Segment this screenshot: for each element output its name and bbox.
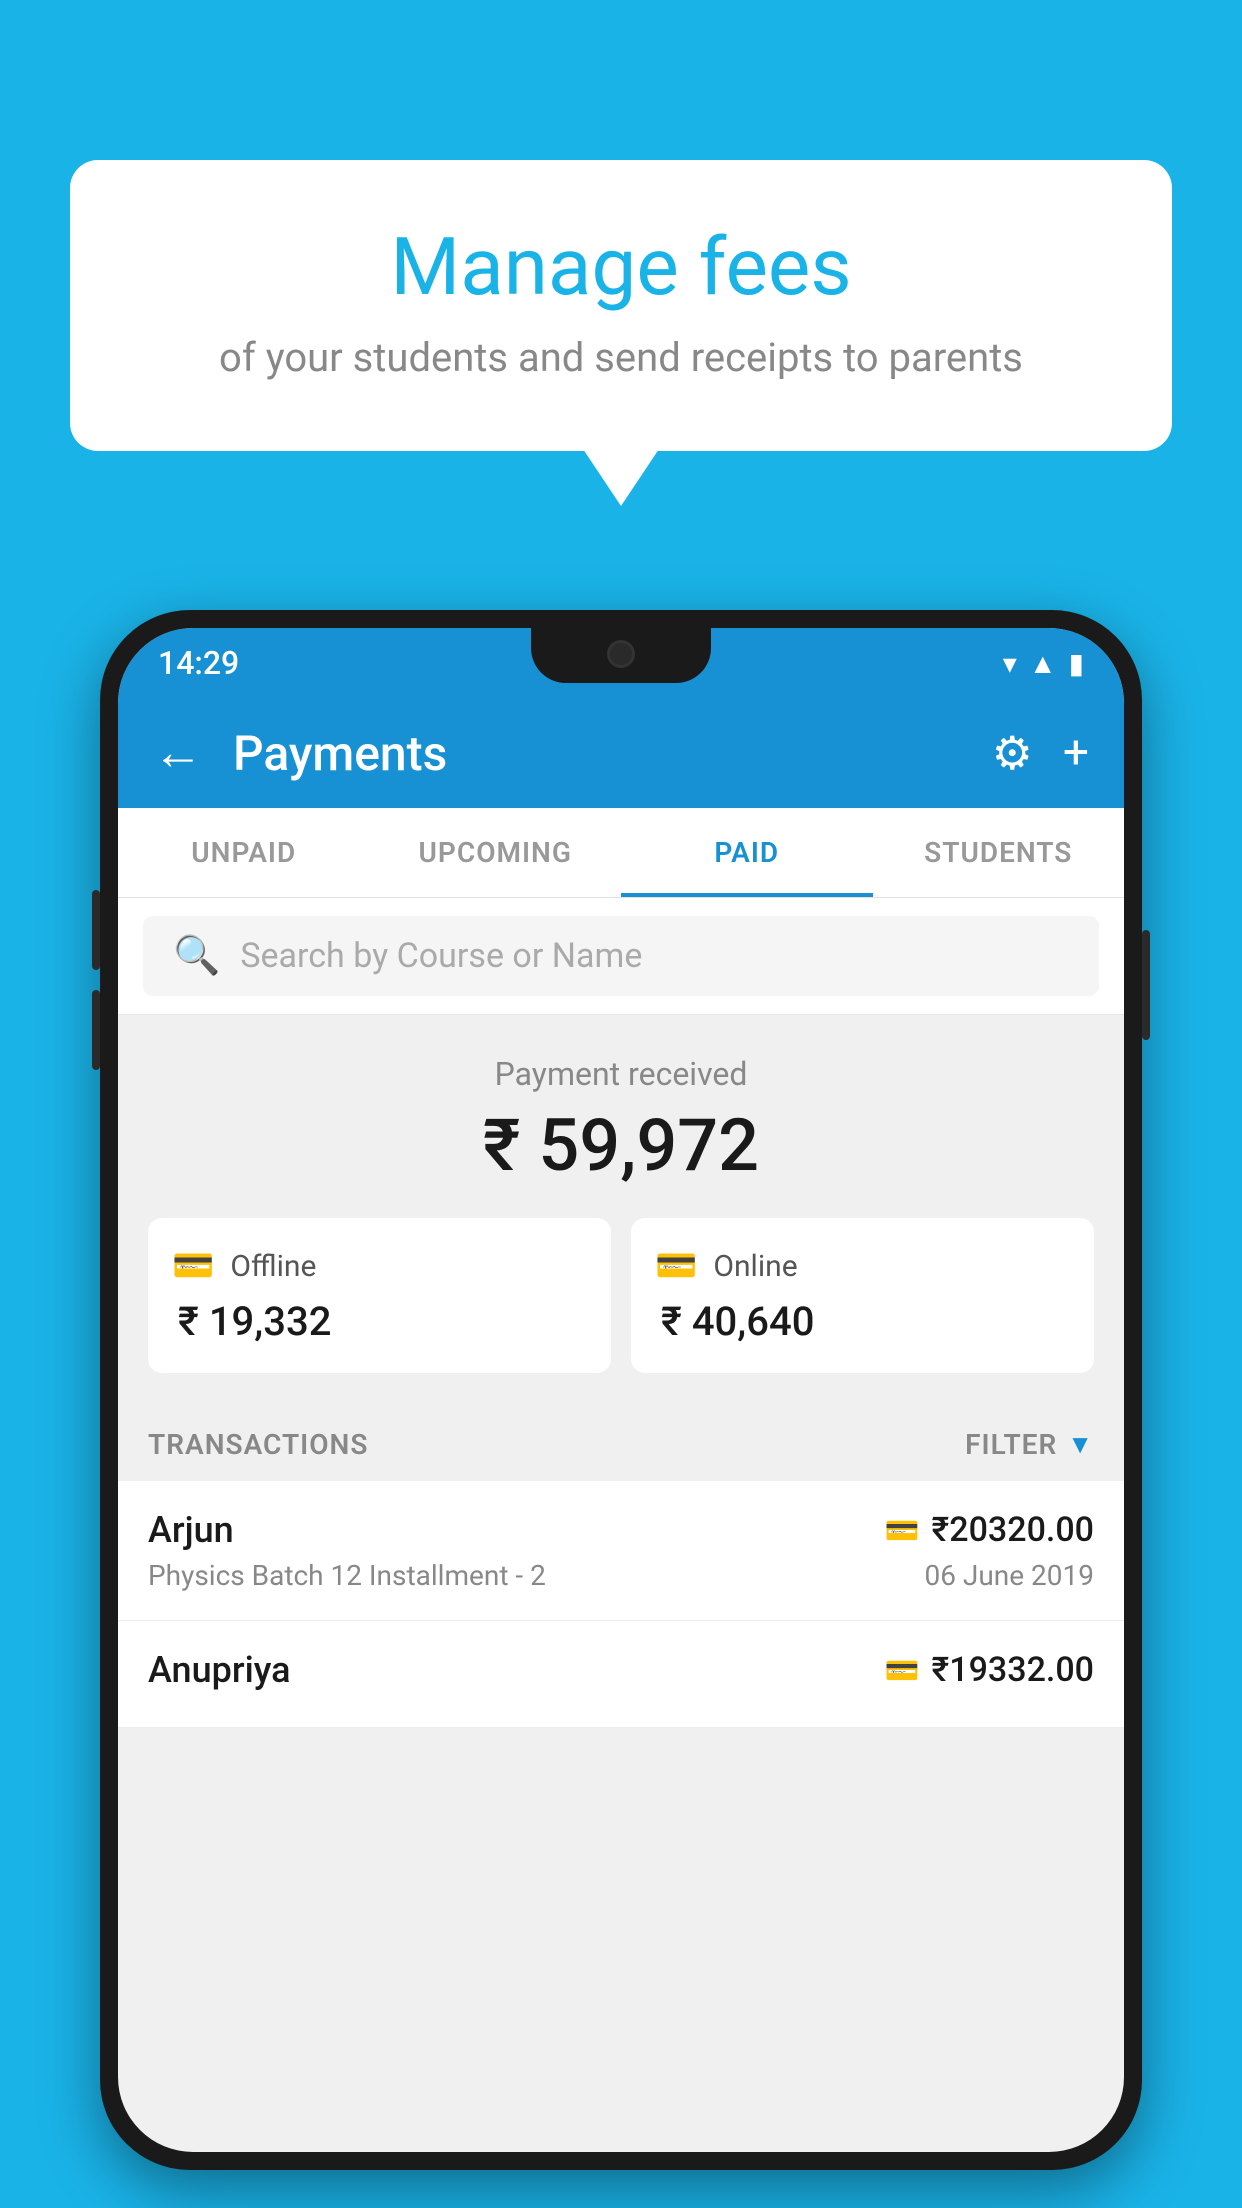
payment-received-section: Payment received ₹ 59,972 💳 Offline ₹ 19… [118,1015,1124,1403]
online-icon: 💳 [655,1246,697,1286]
transaction-row[interactable]: Arjun 💳 ₹20320.00 Physics Batch 12 Insta… [118,1481,1124,1621]
transaction-course-arjun: Physics Batch 12 Installment - 2 [148,1559,546,1592]
phone-frame: 14:29 ▾ ▲ ▮ ← Payments ⚙ + UNPAID UPCOMI… [100,610,1142,2208]
tab-students[interactable]: STUDENTS [873,808,1125,897]
payment-cards: 💳 Offline ₹ 19,332 💳 Online ₹ 40,640 [148,1218,1094,1373]
search-icon: 🔍 [173,934,220,978]
transaction-row[interactable]: Anupriya 💳 ₹19332.00 [118,1621,1124,1728]
online-amount: ₹ 40,640 [655,1298,1070,1345]
settings-icon[interactable]: ⚙ [992,726,1033,781]
tab-upcoming[interactable]: UPCOMING [370,808,622,897]
wifi-icon: ▾ [1003,647,1017,680]
transaction-amount-wrap-anupriya: 💳 ₹19332.00 [885,1650,1094,1690]
volume-up-button [92,890,100,970]
add-button[interactable]: + [1063,726,1089,780]
transaction-amount-anupriya: ₹19332.00 [932,1650,1094,1690]
transactions-label: TRANSACTIONS [148,1428,368,1461]
transaction-top-anupriya: Anupriya 💳 ₹19332.00 [148,1649,1094,1691]
offline-amount: ₹ 19,332 [172,1298,587,1345]
offline-card: 💳 Offline ₹ 19,332 [148,1218,611,1373]
volume-down-button [92,990,100,1070]
online-card-header: 💳 Online [655,1246,1070,1286]
transaction-date-arjun: 06 June 2019 [924,1559,1094,1592]
status-icons: ▾ ▲ ▮ [1003,647,1084,680]
online-card: 💳 Online ₹ 40,640 [631,1218,1094,1373]
transaction-bottom-arjun: Physics Batch 12 Installment - 2 06 June… [148,1559,1094,1592]
transaction-amount-wrap-arjun: 💳 ₹20320.00 [885,1510,1094,1550]
bubble-title: Manage fees [120,220,1122,314]
screen-title: Payments [233,725,962,782]
online-pay-icon-arjun: 💳 [885,1514,920,1547]
bubble-subtitle: of your students and send receipts to pa… [120,334,1122,381]
offline-card-header: 💳 Offline [172,1246,587,1286]
camera [607,640,635,668]
app-bar: ← Payments ⚙ + [118,698,1124,808]
payment-received-label: Payment received [148,1055,1094,1093]
filter-label: FILTER [965,1428,1057,1461]
speech-bubble: Manage fees of your students and send re… [70,160,1172,451]
transaction-amount-arjun: ₹20320.00 [932,1510,1094,1550]
transaction-name-anupriya: Anupriya [148,1649,291,1691]
signal-icon: ▲ [1029,647,1057,680]
search-input[interactable]: Search by Course or Name [240,936,642,976]
status-time: 14:29 [158,644,239,682]
offline-pay-icon-anupriya: 💳 [885,1654,920,1687]
tab-bar: UNPAID UPCOMING PAID STUDENTS [118,808,1124,898]
tab-paid[interactable]: PAID [621,808,873,897]
transactions-header: TRANSACTIONS FILTER ▼ [118,1403,1124,1481]
offline-icon: 💳 [172,1246,214,1286]
transaction-name-arjun: Arjun [148,1509,234,1551]
tab-unpaid[interactable]: UNPAID [118,808,370,897]
power-button [1142,930,1150,1040]
transaction-list: Arjun 💳 ₹20320.00 Physics Batch 12 Insta… [118,1481,1124,1728]
search-container: 🔍 Search by Course or Name [118,898,1124,1015]
offline-label: Offline [230,1249,316,1284]
filter-icon: ▼ [1067,1429,1094,1460]
transaction-top-arjun: Arjun 💳 ₹20320.00 [148,1509,1094,1551]
search-box[interactable]: 🔍 Search by Course or Name [143,916,1099,996]
back-button[interactable]: ← [153,728,203,778]
online-label: Online [713,1249,797,1284]
payment-total-amount: ₹ 59,972 [148,1103,1094,1188]
filter-button[interactable]: FILTER ▼ [965,1428,1094,1461]
battery-icon: ▮ [1069,647,1084,680]
phone-notch [531,628,711,683]
